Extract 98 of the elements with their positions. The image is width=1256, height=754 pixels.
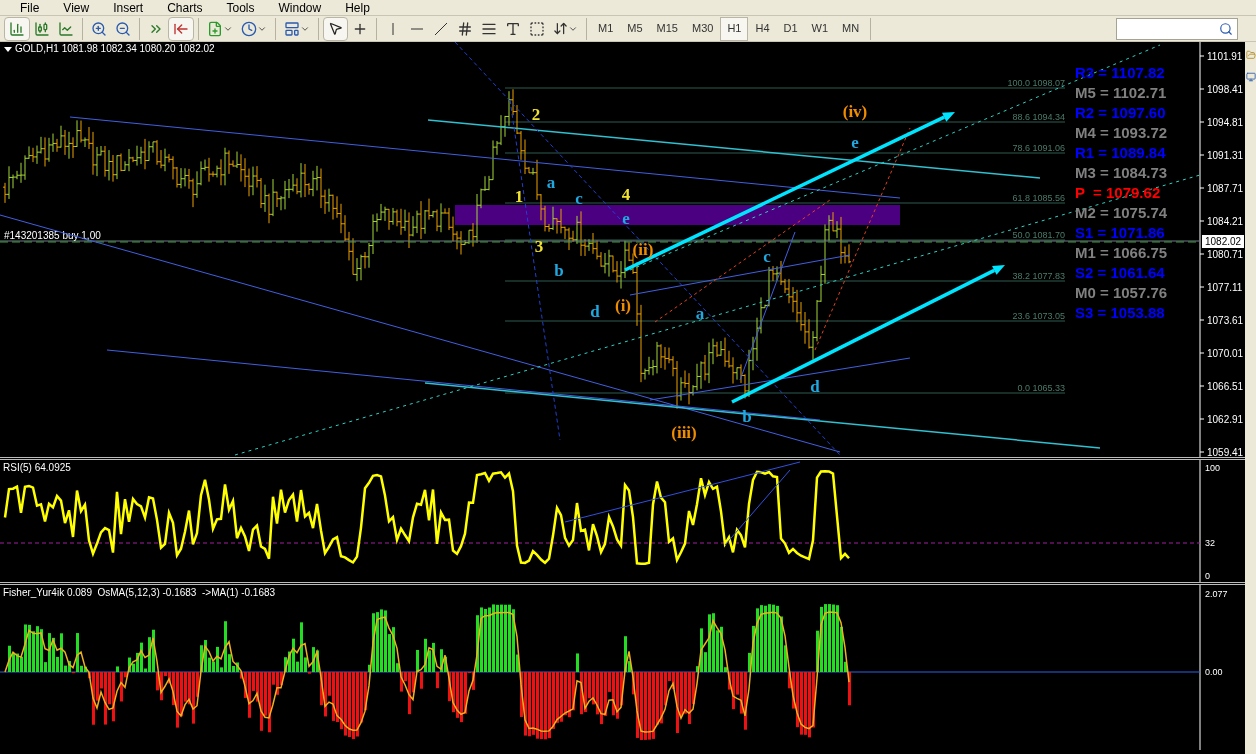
wave-label: (i) [615,296,631,315]
pivot-label: S2 = 1061.64 [1075,264,1165,281]
wave-label: 3 [534,237,544,256]
wave-label: c [575,189,583,208]
wave-label: a [546,173,556,192]
line-chart-icon [58,20,74,37]
timeframe-button[interactable]: M15 [649,16,685,41]
fibonacci-label: 50.0 1081.70 [1012,230,1065,240]
chart-shift-button[interactable] [168,16,194,41]
menu-item[interactable]: Tools [226,1,255,14]
pivot-label: M4 = 1093.72 [1075,124,1168,141]
wave-label: b [554,261,564,280]
pivot-label: M1 = 1066.75 [1075,244,1168,261]
search-field[interactable] [1116,17,1238,40]
pivot-label: M0 = 1057.76 [1075,284,1168,301]
rsi-axis-label: 32 [1205,538,1215,548]
timeframe-button[interactable]: M5 [620,16,650,41]
horizontal-line-icon [411,27,423,30]
price-axis-label: 1073.61 [1207,315,1244,326]
price-axis-label: 1059.41 [1207,447,1244,457]
rsi-axis-label: 0 [1205,571,1210,581]
vertical-line-icon [392,22,394,35]
wave-label: 1 [514,187,524,206]
rsi-axis-label: 100 [1205,463,1221,473]
fisher-axis-label: 0.00 [1205,667,1223,677]
menu-item[interactable]: View [63,1,90,14]
price-axis-label: 1091.31 [1207,150,1244,161]
wave-label: e [851,133,859,152]
price-axis-label: 1062.91 [1207,414,1244,425]
bar-chart-icon [9,20,25,37]
collapse-triangle-icon[interactable] [4,47,12,52]
price-axis-label: 1077.11 [1207,282,1243,293]
trend-line-icon [433,20,449,37]
price-axis-label: 1084.21 [1207,216,1244,227]
wave-label: 4 [621,185,631,204]
hash-icon [457,20,473,37]
zoom-in-icon [91,20,107,37]
menu-item[interactable]: Window [278,1,322,14]
pivot-label: P = 1079.62 [1075,184,1161,201]
timeframe-button[interactable]: W1 [804,16,836,41]
fibonacci-label: 61.8 1085.56 [1012,193,1065,203]
wave-label: a [695,304,705,323]
current-price-label: 1082.02 [1205,236,1242,247]
rsi-header: RSI(5) 64.0925 [3,462,71,473]
clock-icon [241,20,257,37]
price-axis-label: 1066.51 [1207,381,1244,392]
wave-label: (ii) [632,240,654,259]
timeframe-button[interactable]: M30 [684,16,721,41]
cursor-button[interactable] [323,16,348,41]
wave-label: d [810,377,820,396]
price-axis-label: 1094.81 [1207,117,1244,128]
pivot-label: R2 = 1097.60 [1075,104,1166,121]
menu-item[interactable]: Help [345,1,370,14]
pivot-label: R1 = 1089.84 [1075,144,1166,161]
wave-label: d [590,302,600,321]
fisher-header: Fisher_Yur4ik 0.089 OsMA(5,12,3) -0.1683 ->MA(1) -0.1683 [3,587,276,598]
price-axis-label: 1080.71 [1207,249,1244,260]
pivot-label: M5 = 1102.71 [1075,84,1167,101]
menu-item[interactable]: File [20,1,40,14]
fibonacci-label: 78.6 1091.06 [1012,143,1065,153]
search-icon [1219,21,1233,36]
timeframe-button[interactable]: MN [835,16,867,41]
bar-chart-button[interactable] [4,16,30,41]
timeframe-button[interactable]: D1 [776,16,805,41]
zoom-out-icon [115,20,131,37]
price-axis-label: 1070.01 [1207,348,1244,359]
timeframe-button[interactable]: H1 [720,16,749,41]
fisher-axis-label: 2.077 [1205,589,1228,599]
template-icon [284,20,300,37]
arrows-icon [553,21,568,36]
wave-label: 2 [531,105,541,124]
cursor-icon [328,21,343,36]
fibonacci-label: 38.2 1077.83 [1012,271,1065,281]
pivot-label: M2 = 1075.74 [1075,204,1168,221]
price-axis-label: 1101.91 [1207,51,1243,62]
fibonacci-label: 0.0 1065.33 [1017,383,1065,393]
fibonacci-label: 88.6 1094.34 [1012,112,1065,122]
price-axis-label: 1098.41 [1207,84,1244,95]
monitor-icon[interactable] [1245,72,1256,82]
file-plus-icon [207,20,223,37]
wave-label: (iv) [842,102,868,121]
pivot-label: R3 = 1107.82 [1075,64,1165,81]
pivot-label: S3 = 1053.88 [1075,304,1165,321]
wave-label: c [763,247,771,266]
wave-label: e [622,209,630,228]
candlestick-icon [34,20,50,37]
price-axis-label: 1087.71 [1207,183,1244,194]
menu-item[interactable]: Charts [167,1,203,14]
fibonacci-label: 23.6 1073.05 [1012,311,1065,321]
text-icon [505,20,521,37]
wave-label: (iii) [671,423,697,442]
timeframe-button[interactable]: H4 [748,16,777,41]
pivot-label: M3 = 1084.73 [1075,164,1168,181]
chart-header: GOLD,H1 1081.98 1082.34 1080.20 1082.02 [15,43,215,54]
timeframe-button[interactable]: M1 [591,16,621,41]
fibonacci-label: 100.0 1098.07 [1007,78,1065,88]
pivot-label: S1 = 1071.86 [1075,224,1165,241]
menu-item[interactable]: Insert [113,1,144,14]
